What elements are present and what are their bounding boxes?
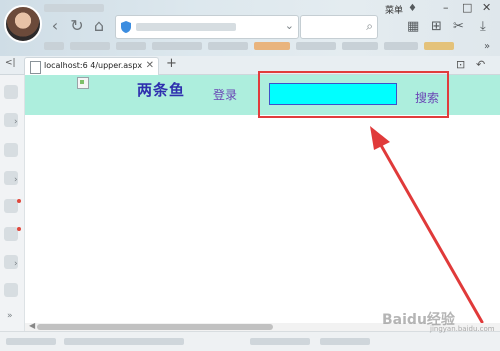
blurred-bookmark[interactable] — [152, 42, 202, 50]
new-tab-button[interactable]: + — [166, 56, 177, 71]
more-bookmarks-icon[interactable]: » — [484, 40, 490, 54]
notification-dot — [17, 227, 21, 231]
blurred-status-text — [6, 338, 56, 345]
skin-icon[interactable]: ♦ — [408, 2, 417, 16]
scrollbar-thumb[interactable] — [37, 324, 273, 330]
menu-label[interactable]: 菜单 — [385, 3, 403, 16]
status-bar — [0, 331, 500, 351]
blurred-url — [136, 23, 236, 31]
chevron-right-icon[interactable]: › — [14, 117, 18, 127]
blurred-title-text — [44, 4, 104, 12]
page-icon — [30, 61, 41, 74]
blurred-bookmark[interactable] — [44, 42, 64, 50]
undo-icon[interactable]: ↶ — [476, 58, 485, 71]
browser-sidebar: › › › » — [0, 75, 25, 337]
home-icon[interactable]: ⌂ — [90, 17, 108, 35]
sidebar-item[interactable] — [4, 85, 18, 99]
address-bar[interactable]: ⌄ — [115, 15, 299, 39]
sidebar-item[interactable] — [4, 227, 18, 241]
blurred-bookmark[interactable] — [424, 42, 454, 50]
chevron-right-icon[interactable]: › — [14, 175, 18, 185]
site-title: 两条鱼 — [137, 81, 186, 99]
tab-title: localhost:6 4/upper.aspx — [44, 61, 143, 70]
lock-icon[interactable]: ⊡ — [456, 58, 465, 71]
more-icon[interactable]: » — [7, 311, 13, 321]
scissors-icon[interactable]: ✂ — [453, 20, 464, 34]
blurred-status-text — [64, 338, 184, 345]
notification-dot — [17, 199, 21, 203]
search-icon[interactable]: ⌕ — [366, 19, 373, 34]
browser-title-bar: ‹ ↻ ⌂ ⌄ ⌕ 菜单 ♦ – □ ✕ ▦ ⊞ ✂ ⤓ » — [0, 0, 500, 56]
blurred-status-text — [250, 338, 310, 345]
tab-upper-aspx[interactable]: localhost:6 4/upper.aspx ✕ — [24, 57, 159, 75]
page-content: 两条鱼 登录 搜索 — [25, 71, 500, 323]
apps-icon[interactable]: ▦ — [407, 20, 419, 34]
blurred-bookmark[interactable] — [208, 42, 248, 50]
browser-search-box[interactable]: ⌕ — [300, 15, 378, 39]
bookmark-bar: » — [0, 38, 500, 56]
shield-icon — [121, 21, 131, 33]
download-icon[interactable]: ⤓ — [480, 20, 486, 34]
close-button[interactable]: ✕ — [482, 1, 491, 14]
login-link[interactable]: 登录 — [213, 86, 237, 103]
refresh-icon[interactable]: ↻ — [68, 17, 86, 35]
maximize-button[interactable]: □ — [462, 1, 472, 14]
extensions-icon[interactable]: ⊞ — [431, 20, 442, 34]
blurred-bookmark[interactable] — [342, 42, 378, 50]
broken-image-icon — [77, 77, 89, 89]
page-header: 两条鱼 登录 搜索 — [25, 71, 500, 118]
blurred-bookmark[interactable] — [296, 42, 336, 50]
blurred-bookmark[interactable] — [116, 42, 146, 50]
baidu-watermark-url: jingyan.baidu.com — [430, 325, 495, 333]
scroll-left-icon[interactable]: ◀ — [29, 321, 35, 330]
annotation-highlight-box — [258, 71, 449, 118]
blurred-status-text — [320, 338, 370, 345]
blurred-bookmark[interactable] — [70, 42, 110, 50]
chevron-down-icon[interactable]: ⌄ — [285, 19, 294, 32]
chevron-right-icon[interactable]: › — [14, 259, 18, 269]
blurred-bookmark[interactable] — [254, 42, 290, 50]
sidebar-item[interactable] — [4, 143, 18, 157]
sidebar-item[interactable] — [4, 199, 18, 213]
sidebar-toggle-icon[interactable]: <| — [5, 58, 16, 68]
tab-close-icon[interactable]: ✕ — [146, 60, 154, 71]
blurred-bookmark[interactable] — [384, 42, 418, 50]
sidebar-item[interactable] — [4, 283, 18, 297]
minimize-button[interactable]: – — [443, 1, 449, 14]
back-icon[interactable]: ‹ — [46, 17, 64, 35]
